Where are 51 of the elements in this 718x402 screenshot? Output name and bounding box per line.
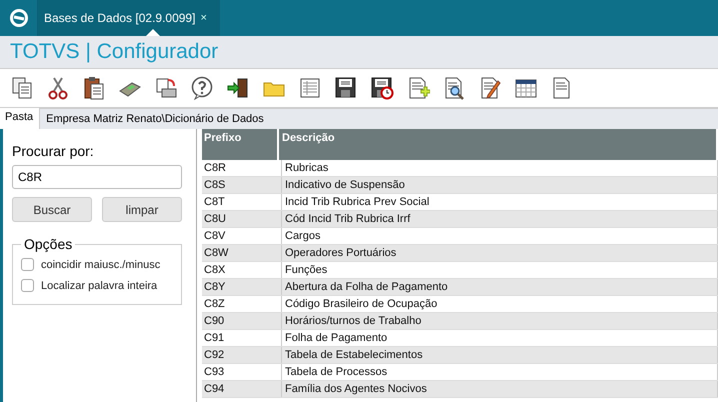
- table-cell: Folha de Pagamento: [282, 330, 718, 346]
- table-cell: Código Brasileiro de Ocupação: [282, 296, 718, 312]
- table-cell: Cód Incid Trib Rubrica Irrf: [282, 211, 718, 227]
- table-cell: Operadores Portuários: [282, 245, 718, 261]
- table-cell: C8W: [202, 245, 282, 261]
- search-label: Procurar por:: [12, 143, 95, 159]
- tab[interactable]: Bases de Dados [02.9.0099] ×: [38, 0, 220, 36]
- table-cell: C90: [202, 313, 282, 329]
- table-cell: C94: [202, 381, 282, 397]
- door-arrow-icon[interactable]: [226, 76, 250, 100]
- search-button[interactable]: Buscar: [12, 197, 92, 222]
- options-title: Opções: [23, 236, 74, 252]
- table-cell: Incid Trib Rubrica Prev Social: [282, 194, 718, 210]
- table-cell: C8U: [202, 211, 282, 227]
- table-cell: C8R: [202, 160, 282, 176]
- close-icon[interactable]: ×: [200, 12, 207, 24]
- table-cell: Indicativo de Suspensão: [282, 177, 718, 193]
- checkbox[interactable]: [21, 279, 34, 292]
- table-cell: Funções: [282, 262, 718, 278]
- help-icon[interactable]: [190, 76, 214, 100]
- table-cell: C8Y: [202, 279, 282, 295]
- list-icon[interactable]: [298, 76, 322, 100]
- clipboard-icon[interactable]: [82, 76, 106, 100]
- table-cell: Tabela de Processos: [282, 364, 718, 380]
- table-cell: C8X: [202, 262, 282, 278]
- table-cell: C92: [202, 347, 282, 363]
- folder-label: Pasta: [0, 108, 40, 129]
- copy-icon[interactable]: [10, 76, 34, 100]
- table-cell: C8T: [202, 194, 282, 210]
- table-cell: C8S: [202, 177, 282, 193]
- table-cell: Tabela de Estabelecimentos: [282, 347, 718, 363]
- table-cell: C8Z: [202, 296, 282, 312]
- floppy-clock-icon[interactable]: [370, 76, 394, 100]
- clear-button[interactable]: limpar: [102, 197, 182, 222]
- table-cell: C8V: [202, 228, 282, 244]
- app-title: TOTVS | Configurador: [10, 40, 218, 64]
- checkbox-label[interactable]: Localizar palavra inteira: [41, 280, 158, 292]
- table-cell: Abertura da Folha de Pagamento: [282, 279, 718, 295]
- save-icon[interactable]: [334, 76, 358, 100]
- table-cell: C91: [202, 330, 282, 346]
- table-cell: C93: [202, 364, 282, 380]
- scissors-icon[interactable]: [46, 76, 70, 100]
- table-cell: Horários/turnos de Trabalho: [282, 313, 718, 329]
- checkbox-label[interactable]: coincidir maiusc./minusc: [41, 258, 160, 270]
- table-cell: Cargos: [282, 228, 718, 244]
- logo-icon[interactable]: [8, 8, 28, 28]
- checkbox[interactable]: [21, 258, 34, 271]
- search-field[interactable]: C8R: [12, 165, 182, 189]
- tab-pointer-icon: [146, 29, 160, 36]
- table-cell: Família dos Agentes Nocivos: [282, 381, 718, 397]
- table-cell: Rubricas: [282, 160, 718, 176]
